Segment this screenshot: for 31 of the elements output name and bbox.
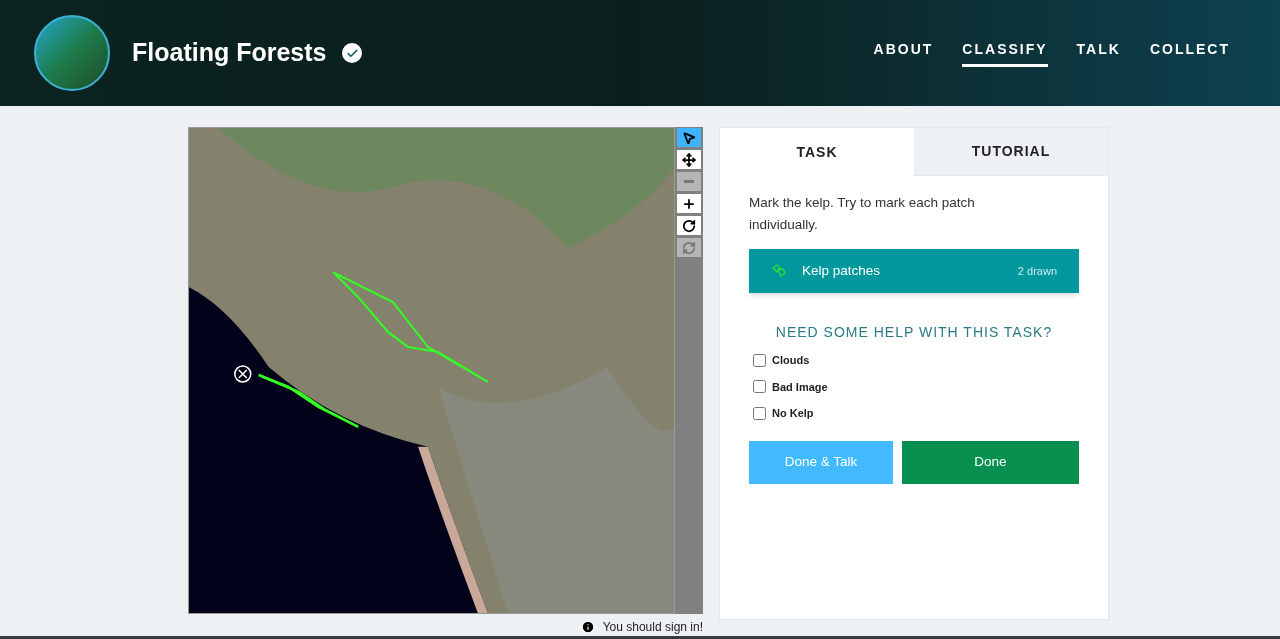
pointer-icon	[682, 130, 696, 145]
nav-link[interactable]: TALK	[1076, 39, 1121, 67]
plus-icon	[682, 196, 696, 211]
toolbar-button[interactable]	[677, 194, 701, 213]
option-label: No Kelp	[772, 406, 814, 421]
polygon-icon	[771, 264, 787, 278]
kelp-tool-button[interactable]: Kelp patches 2 drawn	[749, 249, 1079, 293]
help-heading: NEED SOME HELP WITH THIS TASK?	[774, 323, 1054, 342]
option-label: Clouds	[772, 353, 810, 368]
delete-mark-icon[interactable]	[234, 365, 252, 383]
done-button[interactable]: Done	[902, 440, 1079, 484]
option-checkbox[interactable]	[753, 353, 766, 367]
nav-link[interactable]: ABOUT	[873, 39, 934, 67]
satellite-image-drawing[interactable]	[188, 127, 675, 614]
refresh-icon	[682, 240, 696, 255]
minus-icon	[684, 180, 694, 183]
panel-tab[interactable]: TUTORIAL	[914, 128, 1108, 176]
option-label: Bad Image	[772, 379, 828, 395]
toolbar-button[interactable]	[677, 216, 701, 235]
nav-link[interactable]: CLASSIFY	[962, 39, 1048, 67]
option-checkbox[interactable]	[753, 406, 766, 420]
option-checkbox[interactable]	[753, 380, 766, 394]
nav-link[interactable]: COLLECT	[1149, 39, 1230, 67]
sign-in-notice: You should sign in!	[602, 619, 703, 636]
project-title: Floating Forests	[132, 37, 327, 69]
toolbar-button[interactable]	[677, 150, 701, 169]
task-instruction: Mark the kelp. Try to mark each patch individually.	[749, 194, 976, 234]
info-icon	[580, 620, 595, 634]
move-icon	[682, 152, 696, 167]
toolbar-button[interactable]	[677, 128, 701, 147]
rotate-icon	[682, 218, 696, 233]
